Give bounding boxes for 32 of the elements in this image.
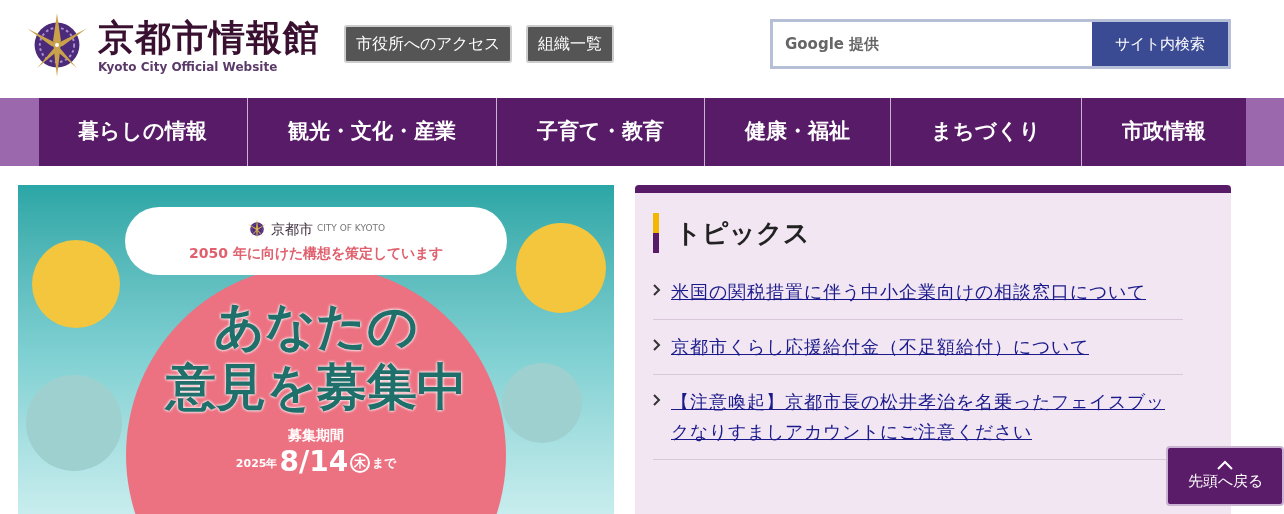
topic-link[interactable]: 京都市くらし応援給付金（不足額給付）について xyxy=(671,332,1089,362)
heading-accent-bar xyxy=(653,213,659,253)
chevron-right-icon xyxy=(653,339,661,351)
header-link-button[interactable]: 市役所へのアクセス xyxy=(344,25,512,63)
topic-link[interactable]: 米国の関税措置に伴う中小企業向けの相談窓口について xyxy=(671,277,1146,307)
site-title: 京都市情報館 xyxy=(98,16,320,60)
banner-weekday: 木 xyxy=(350,453,371,473)
nav-menu-item[interactable]: 暮らしの情報 xyxy=(38,98,248,166)
topics-title: トピックス xyxy=(675,216,810,250)
nav-menu-item[interactable]: 観光・文化・産業 xyxy=(247,98,497,166)
banner-date: 8/14 xyxy=(279,446,349,478)
banner-tagline: 2050 年に向けた構想を策定しています xyxy=(189,243,443,263)
nav-menu-item[interactable]: 市政情報 xyxy=(1080,98,1246,166)
topic-link[interactable]: 【注意喚起】京都市長の松井孝治を名乗ったフェイスブックなりすましアカウントにご注意ください xyxy=(671,387,1183,447)
site-subtitle: Kyoto City Official Website xyxy=(98,60,279,74)
nav-menu-item[interactable]: 健康・福祉 xyxy=(704,98,890,166)
site-search-button[interactable]: サイト内検索 xyxy=(1092,22,1228,66)
banner-logo-subtext: CITY OF KYOTO xyxy=(316,224,386,233)
nav-menu-item[interactable]: 子育て・教育 xyxy=(496,98,704,166)
chevron-up-icon xyxy=(1217,459,1233,470)
banner-until: まで xyxy=(372,455,397,472)
banner-logo-text: 京都市 xyxy=(270,221,313,236)
nav-menu-item[interactable]: まちづくり xyxy=(889,98,1081,166)
chevron-right-icon xyxy=(653,394,661,406)
back-to-top-button[interactable]: 先頭へ戻る xyxy=(1166,446,1284,506)
banner-period-label: 募集期間 xyxy=(288,426,344,445)
header-link-button[interactable]: 組織一覧 xyxy=(526,25,614,63)
banner-headline: あなたの xyxy=(214,297,418,355)
banner-headline: 意見を募集中 xyxy=(165,357,467,418)
search-field[interactable]: Google 提供 サイト内検索 xyxy=(770,19,1231,69)
chevron-right-icon xyxy=(653,284,661,296)
banner-year: 2025年 xyxy=(235,455,278,472)
